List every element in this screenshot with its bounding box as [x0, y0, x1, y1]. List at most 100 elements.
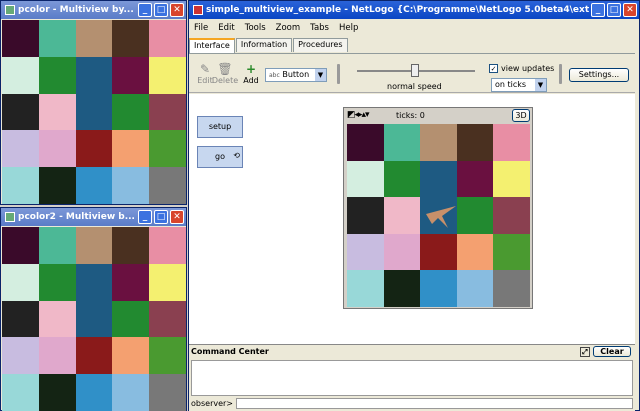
patch — [75, 56, 113, 94]
world-size-controls[interactable]: ◩◂▸▴▾ — [347, 110, 370, 120]
view-updates-label: view updates — [501, 64, 555, 73]
plus-icon: + — [245, 62, 257, 76]
patch — [383, 270, 421, 307]
maximize-button[interactable]: □ — [154, 3, 168, 17]
netlogo-icon — [193, 5, 203, 15]
tab-procedures[interactable]: Procedures — [293, 38, 348, 52]
view-header: ◩◂▸▴▾ ticks: 0 3D — [344, 108, 532, 124]
pcolor2-titlebar[interactable]: pcolor2 - Multiview b... _ □ ✕ — [1, 208, 186, 226]
pcolor2-window[interactable]: pcolor2 - Multiview b... _ □ ✕ — [0, 207, 187, 411]
widget-type-select[interactable]: abc Button ▼ — [265, 68, 327, 82]
patch — [75, 130, 113, 168]
toolbar-separator — [337, 64, 340, 84]
patch — [456, 160, 494, 198]
patch — [112, 227, 150, 264]
patch — [2, 263, 39, 301]
pcolor-title: pcolor - Multiview by... — [18, 5, 134, 15]
patch — [493, 124, 530, 161]
pcolor-grid — [2, 20, 186, 204]
patch — [149, 227, 186, 264]
tab-interface[interactable]: Interface — [189, 38, 235, 53]
patch — [112, 374, 150, 411]
minimize-button[interactable]: _ — [591, 3, 605, 17]
menu-file[interactable]: File — [189, 23, 213, 33]
pcolor-window[interactable]: pcolor - Multiview by... _ □ ✕ — [0, 0, 187, 205]
patch — [112, 300, 150, 338]
patch — [112, 167, 150, 204]
delete-label: Delete — [211, 76, 239, 85]
patch — [347, 270, 384, 307]
tab-strip: Interface Information Procedures — [189, 38, 349, 53]
patch — [383, 197, 421, 234]
update-mode-select[interactable]: on ticks ▼ — [491, 78, 547, 92]
patch — [347, 233, 384, 271]
pcolor2-grid — [2, 227, 186, 411]
patch — [347, 124, 384, 161]
main-title: simple_multiview_example - NetLogo {C:\P… — [206, 5, 589, 15]
patch — [75, 20, 113, 57]
menu-tools[interactable]: Tools — [240, 23, 271, 33]
minimize-button[interactable]: _ — [138, 210, 152, 224]
world-view[interactable]: ◩◂▸▴▾ ticks: 0 3D — [343, 107, 533, 309]
patch — [112, 263, 150, 301]
maximize-button[interactable]: □ — [154, 210, 168, 224]
patch — [2, 374, 39, 411]
three-d-button[interactable]: 3D — [512, 109, 530, 122]
menu-tabs[interactable]: Tabs — [305, 23, 334, 33]
patch — [420, 233, 457, 271]
observer-prompt[interactable]: observer> — [191, 399, 233, 408]
patch — [112, 337, 150, 375]
speed-slider-thumb[interactable] — [411, 64, 419, 77]
add-button[interactable]: + Add — [237, 62, 265, 85]
clear-button[interactable]: Clear — [593, 346, 631, 357]
speed-slider[interactable] — [357, 64, 475, 77]
patch — [149, 263, 186, 301]
close-button[interactable]: ✕ — [170, 210, 184, 224]
patch — [38, 374, 76, 411]
patch — [75, 167, 113, 204]
setup-button[interactable]: setup — [197, 116, 243, 138]
patch — [383, 160, 421, 198]
patch — [2, 130, 39, 168]
patch — [420, 124, 457, 161]
widget-type-value: Button — [282, 70, 310, 79]
patch — [347, 197, 384, 234]
minimize-button[interactable]: _ — [138, 3, 152, 17]
command-center-title: Command Center — [191, 347, 269, 356]
patch — [493, 197, 530, 234]
patch — [149, 374, 186, 411]
main-titlebar[interactable]: simple_multiview_example - NetLogo {C:\P… — [189, 1, 639, 19]
command-input[interactable] — [236, 397, 633, 409]
tab-information[interactable]: Information — [235, 38, 293, 52]
toolbar-separator — [559, 64, 562, 84]
update-mode-value: on ticks — [495, 80, 527, 89]
delete-button[interactable]: 🗑 Delete — [211, 62, 239, 85]
menu-edit[interactable]: Edit — [213, 23, 239, 33]
chevron-down-icon: ▼ — [315, 69, 326, 81]
patch — [2, 167, 39, 204]
patch — [456, 124, 494, 161]
patch — [75, 374, 113, 411]
menu-zoom[interactable]: Zoom — [271, 23, 306, 33]
patch — [149, 300, 186, 338]
patch — [149, 130, 186, 168]
pcolor2-title: pcolor2 - Multiview b... — [18, 212, 135, 222]
menu-help[interactable]: Help — [334, 23, 363, 33]
close-button[interactable]: ✕ — [170, 3, 184, 17]
expand-icon[interactable]: ⤢ — [580, 346, 590, 357]
patch — [38, 93, 76, 131]
settings-button[interactable]: Settings... — [569, 68, 629, 82]
patch — [75, 337, 113, 375]
patch — [38, 227, 76, 264]
interface-toolbar: ✎ Edit 🗑 Delete + Add abc Button ▼ norma… — [189, 53, 635, 93]
command-output[interactable] — [191, 360, 633, 396]
patch — [149, 20, 186, 57]
patch — [2, 20, 39, 57]
pcolor-titlebar[interactable]: pcolor - Multiview by... _ □ ✕ — [1, 1, 186, 19]
patch — [456, 197, 494, 234]
maximize-button[interactable]: □ — [607, 3, 621, 17]
close-button[interactable]: ✕ — [623, 3, 637, 17]
go-button[interactable]: go ⟲ — [197, 146, 243, 168]
view-updates-checkbox[interactable]: ✓ view updates — [489, 64, 554, 73]
patch — [2, 93, 39, 131]
